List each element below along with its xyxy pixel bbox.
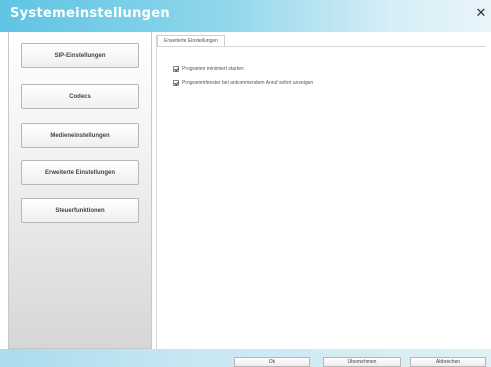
sidebar-item-advanced-settings[interactable]: Erweiterte Einstellungen xyxy=(21,160,139,185)
tab-divider xyxy=(157,46,486,47)
show-on-incoming-call-label: Programmfenster bei ankommendem Anruf so… xyxy=(182,80,314,86)
apply-button[interactable]: Übernehmen xyxy=(323,357,401,367)
settings-content-panel: Erweiterte Einstellungen Programm minimi… xyxy=(156,35,486,349)
title-bar: Systemeinstellungen ✕ xyxy=(0,0,491,32)
cancel-button[interactable]: Abbrechen xyxy=(410,357,486,367)
start-minimized-label: Programm minimiert starten xyxy=(182,66,244,72)
settings-sidebar: SIP-Einstellungen Codecs Medieneinstellu… xyxy=(8,32,152,349)
sidebar-item-codecs[interactable]: Codecs xyxy=(21,84,139,109)
sidebar-item-media-settings[interactable]: Medieneinstellungen xyxy=(21,123,139,148)
window-title: Systemeinstellungen xyxy=(10,6,170,21)
sidebar-item-control-functions[interactable]: Steuerfunktionen xyxy=(21,198,139,223)
start-minimized-checkbox[interactable] xyxy=(173,66,179,72)
option-start-minimized: Programm minimiert starten xyxy=(173,66,244,72)
close-icon[interactable]: ✕ xyxy=(473,5,489,23)
option-show-on-incoming-call: Programmfenster bei ankommendem Anruf so… xyxy=(173,80,313,86)
ok-button[interactable]: Ok xyxy=(234,357,310,367)
sidebar-item-sip-settings[interactable]: SIP-Einstellungen xyxy=(21,43,139,68)
show-on-incoming-call-checkbox[interactable] xyxy=(173,80,179,86)
